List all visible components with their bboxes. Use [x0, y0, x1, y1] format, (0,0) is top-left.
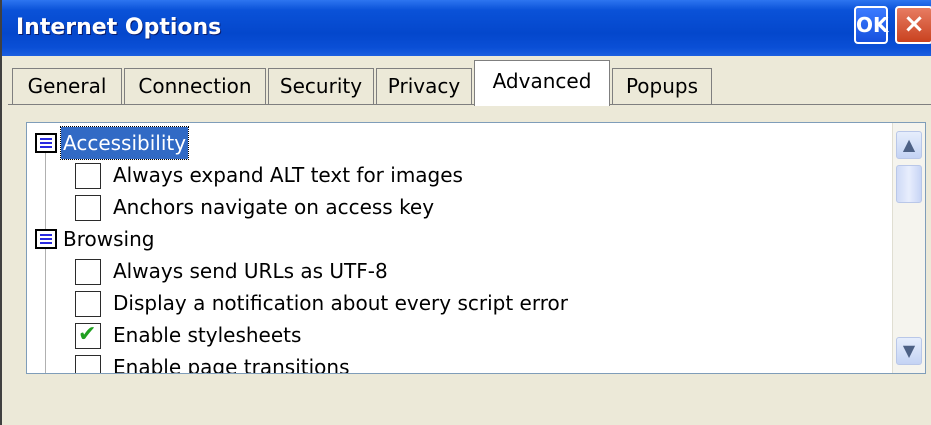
- tab-strip: General Connection Security Privacy Adva…: [2, 56, 931, 108]
- scroll-down-arrow-icon[interactable]: ▼: [896, 337, 922, 365]
- tab-security[interactable]: Security: [268, 68, 374, 104]
- option-display-script-error-notification[interactable]: Display a notification about every scrip…: [27, 287, 887, 319]
- checkbox-checked[interactable]: ✔: [75, 322, 101, 349]
- option-label: Enable page transitions: [113, 355, 350, 374]
- category-list-icon: [35, 229, 57, 249]
- checkmark-icon: ✔: [78, 322, 97, 347]
- internet-options-window: Internet Options OK × General Connection…: [0, 0, 931, 425]
- option-label: Always expand ALT text for images: [113, 163, 463, 187]
- close-button[interactable]: ×: [895, 6, 931, 44]
- scrollbar-thumb[interactable]: [896, 165, 922, 203]
- option-enable-stylesheets[interactable]: ✔ Enable stylesheets: [27, 319, 887, 351]
- option-label: Display a notification about every scrip…: [113, 291, 568, 315]
- tab-connection[interactable]: Connection: [124, 68, 266, 104]
- checkbox[interactable]: [75, 259, 101, 285]
- category-label: Accessibility: [59, 126, 190, 160]
- tab-popups[interactable]: Popups: [612, 68, 712, 104]
- advanced-settings-list[interactable]: Accessibility Always expand ALT text for…: [26, 122, 926, 374]
- checkbox[interactable]: [75, 195, 101, 221]
- category-accessibility[interactable]: Accessibility: [27, 126, 887, 160]
- option-always-send-urls-utf8[interactable]: Always send URLs as UTF-8: [27, 255, 887, 287]
- option-always-expand-alt-text[interactable]: Always expand ALT text for images: [27, 159, 887, 191]
- category-label: Browsing: [63, 227, 155, 251]
- option-label: Anchors navigate on access key: [113, 195, 435, 219]
- ok-button[interactable]: OK: [854, 6, 889, 44]
- scroll-up-arrow-icon[interactable]: ▲: [896, 131, 922, 159]
- title-bar: Internet Options OK ×: [2, 0, 931, 56]
- option-label: Enable stylesheets: [113, 323, 302, 347]
- option-label: Always send URLs as UTF-8: [113, 259, 388, 283]
- option-anchors-navigate-on-access-key[interactable]: Anchors navigate on access key: [27, 191, 887, 223]
- category-browsing[interactable]: Browsing: [27, 223, 887, 255]
- tab-advanced[interactable]: Advanced: [474, 60, 610, 106]
- window-title: Internet Options: [16, 15, 222, 40]
- category-list-icon: [35, 133, 57, 153]
- checkbox[interactable]: [75, 355, 101, 373]
- checkbox[interactable]: [75, 163, 101, 189]
- tab-divider: [8, 104, 931, 105]
- vertical-scrollbar[interactable]: ▲ ▼: [892, 123, 925, 373]
- tab-general[interactable]: General: [12, 68, 122, 104]
- tab-privacy[interactable]: Privacy: [376, 68, 472, 104]
- option-enable-page-transitions[interactable]: Enable page transitions: [27, 351, 887, 374]
- checkbox[interactable]: [75, 291, 101, 317]
